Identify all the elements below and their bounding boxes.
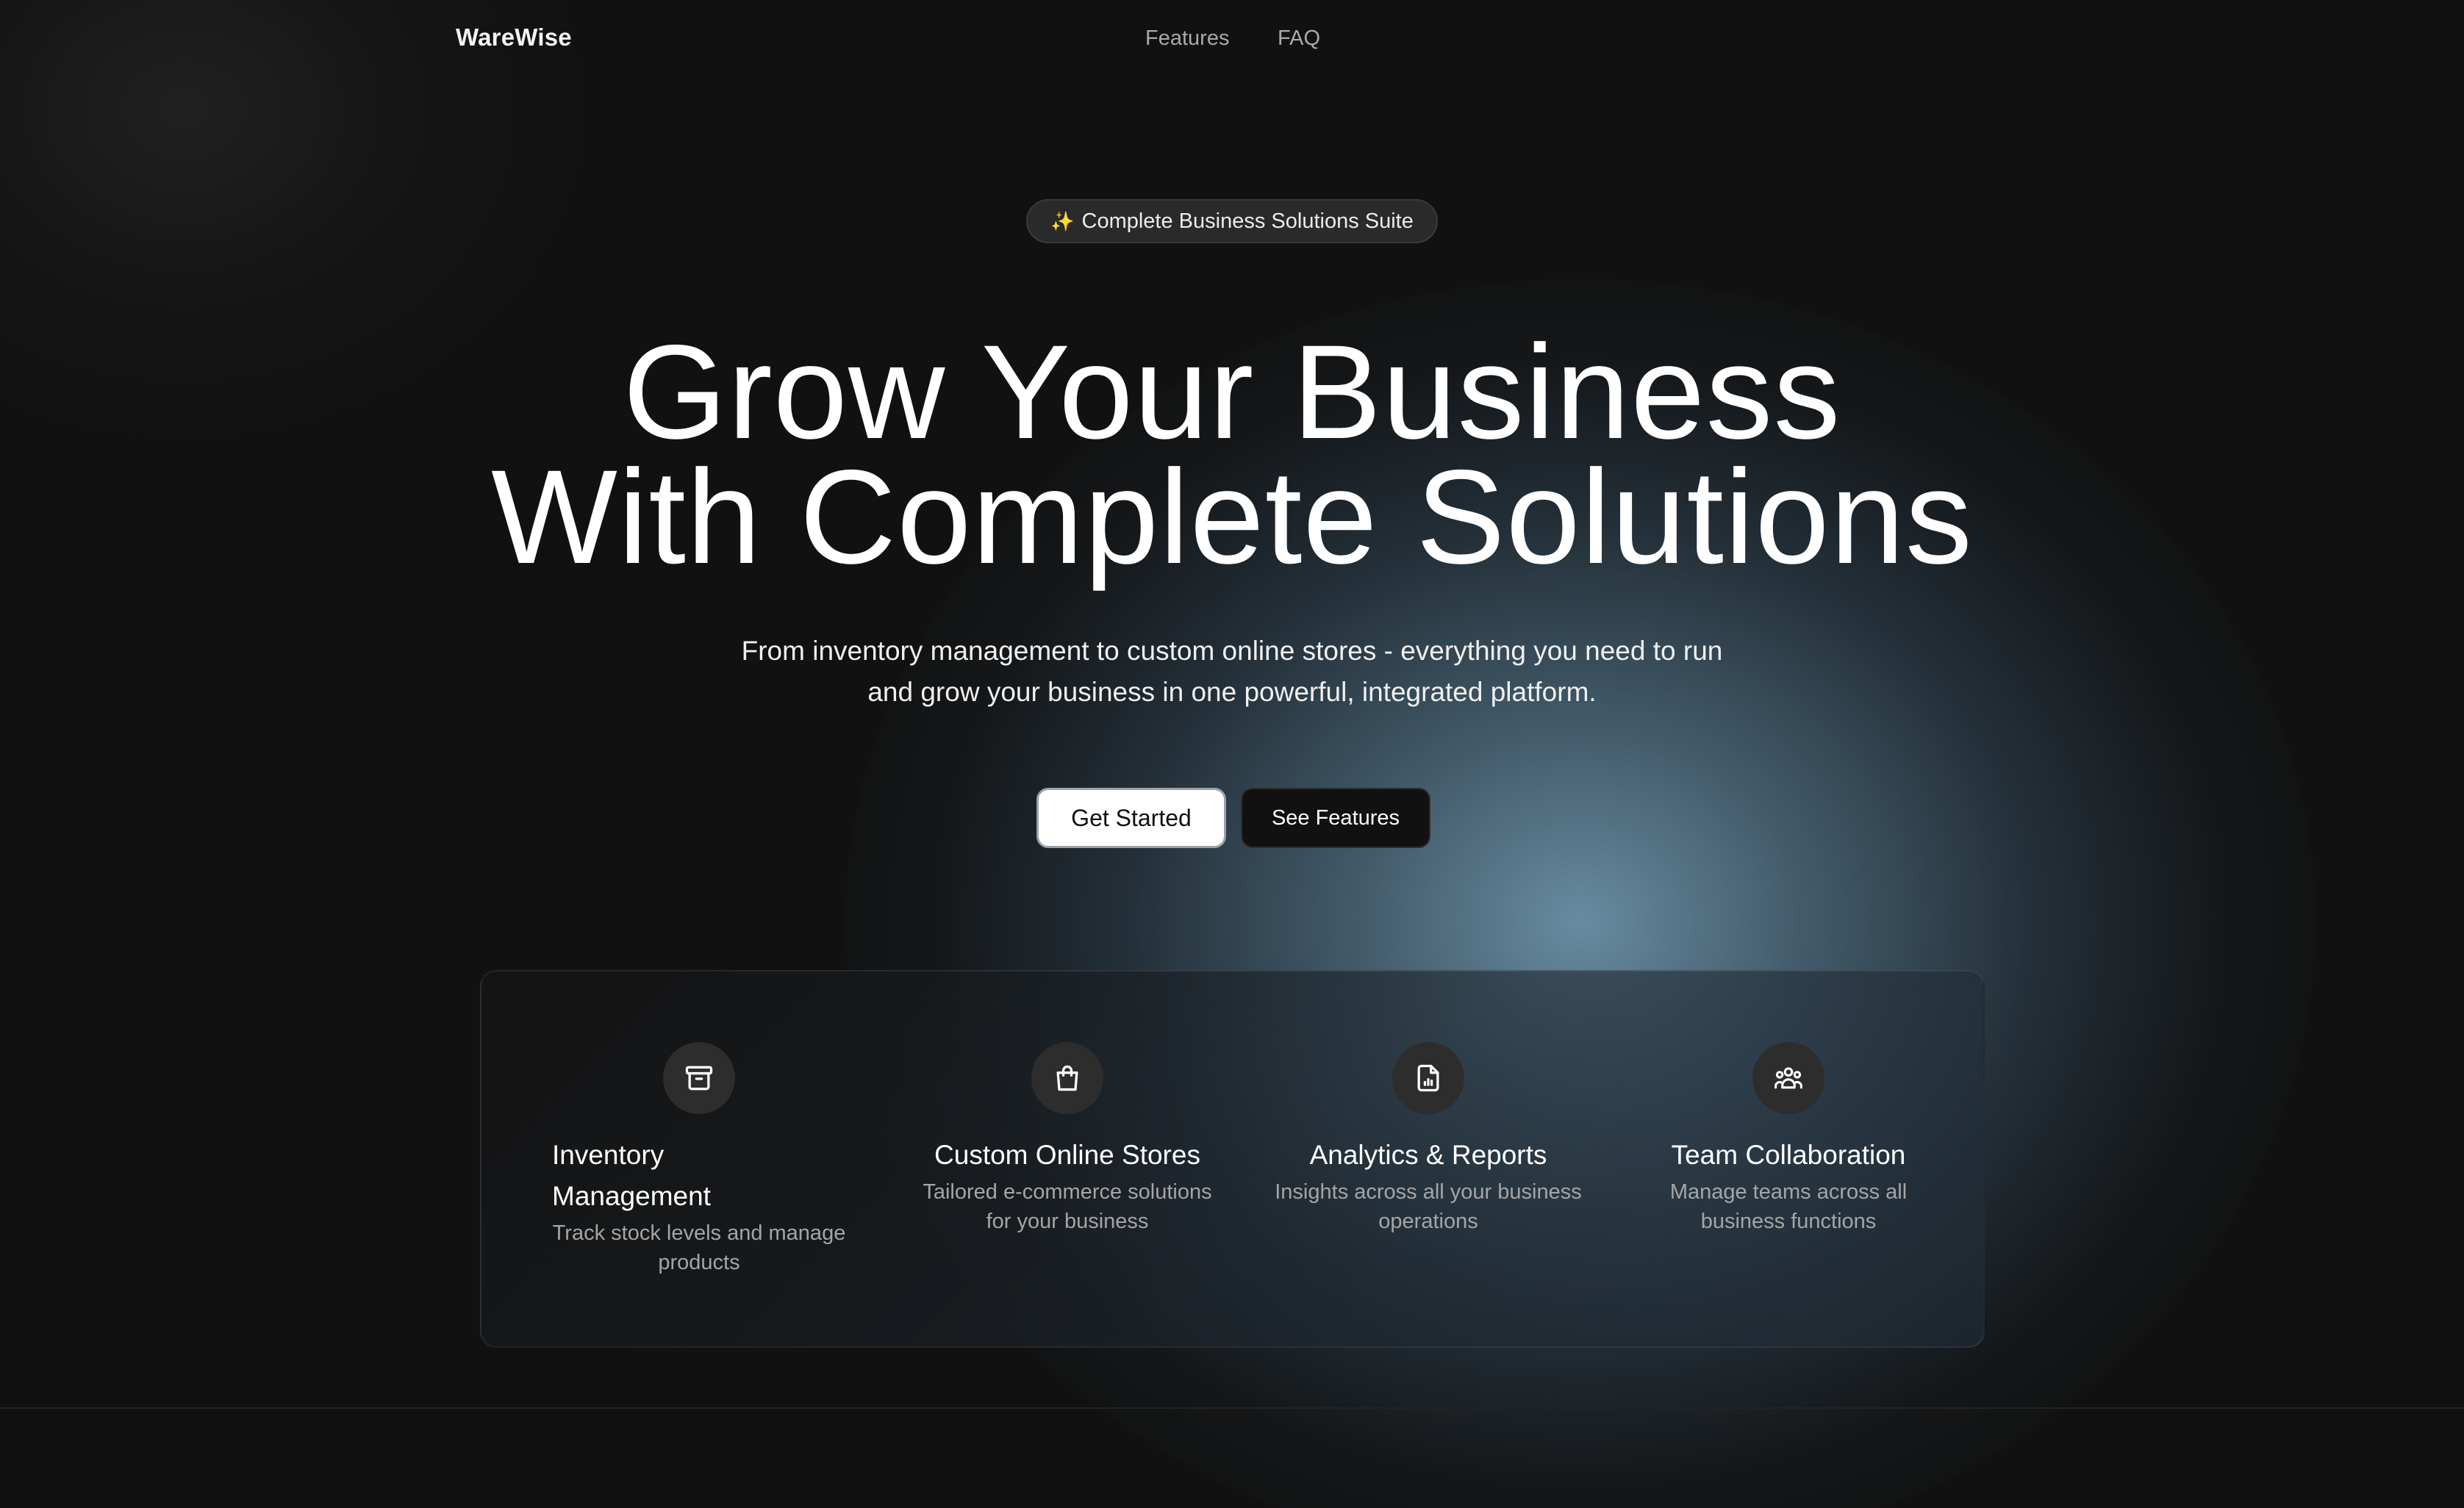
document-chart-icon — [1392, 1042, 1464, 1114]
features-card: Inventory Management Track stock levels … — [480, 970, 1985, 1348]
brand-logo[interactable]: WareWise — [456, 24, 572, 51]
feature-title: Custom Online Stores — [934, 1140, 1200, 1170]
section-divider — [0, 1407, 2464, 1409]
top-nav: WareWise Features FAQ — [0, 0, 2464, 81]
feature-custom-online-stores: Custom Online Stores Tailored e-commerce… — [913, 1042, 1222, 1236]
hero-title: Grow Your Business With Complete Solutio… — [0, 317, 2464, 592]
landing-page: WareWise Features FAQ ✨ Complete Busines… — [0, 0, 2464, 1508]
hero-badge: ✨ Complete Business Solutions Suite — [1026, 199, 1438, 243]
hero-title-line-1: Grow Your Business — [623, 317, 1841, 467]
feature-team-collaboration: Team Collaboration Manage teams across a… — [1634, 1042, 1943, 1236]
feature-title: Inventory Management — [552, 1140, 711, 1211]
get-started-button[interactable]: Get Started — [1036, 788, 1226, 848]
feature-description: Insights across all your business operat… — [1275, 1180, 1582, 1233]
team-users-icon — [1752, 1042, 1824, 1114]
feature-description: Manage teams across all business functio… — [1669, 1180, 1908, 1233]
hero-subtitle: From inventory management to custom onli… — [741, 636, 1723, 707]
feature-title: Analytics & Reports — [1309, 1140, 1547, 1170]
archive-box-icon — [663, 1042, 735, 1114]
shopping-bag-icon — [1031, 1042, 1103, 1114]
sparkles-icon: ✨ — [1050, 209, 1075, 232]
nav-link-features[interactable]: Features — [1145, 26, 1229, 51]
feature-description: Track stock levels and manage products — [552, 1221, 846, 1274]
feature-description: Tailored e-commerce solutions for your b… — [923, 1180, 1212, 1233]
hero-title-line-2: With Complete Solutions — [491, 442, 1973, 592]
feature-inventory-management: Inventory Management Track stock levels … — [552, 1042, 846, 1277]
feature-title: Team Collaboration — [1671, 1140, 1906, 1170]
feature-analytics-reports: Analytics & Reports Insights across all … — [1274, 1042, 1583, 1236]
hero-badge-text: Complete Business Solutions Suite — [1081, 209, 1414, 233]
see-features-button[interactable]: See Features — [1241, 788, 1430, 848]
nav-link-faq[interactable]: FAQ — [1278, 26, 1320, 51]
